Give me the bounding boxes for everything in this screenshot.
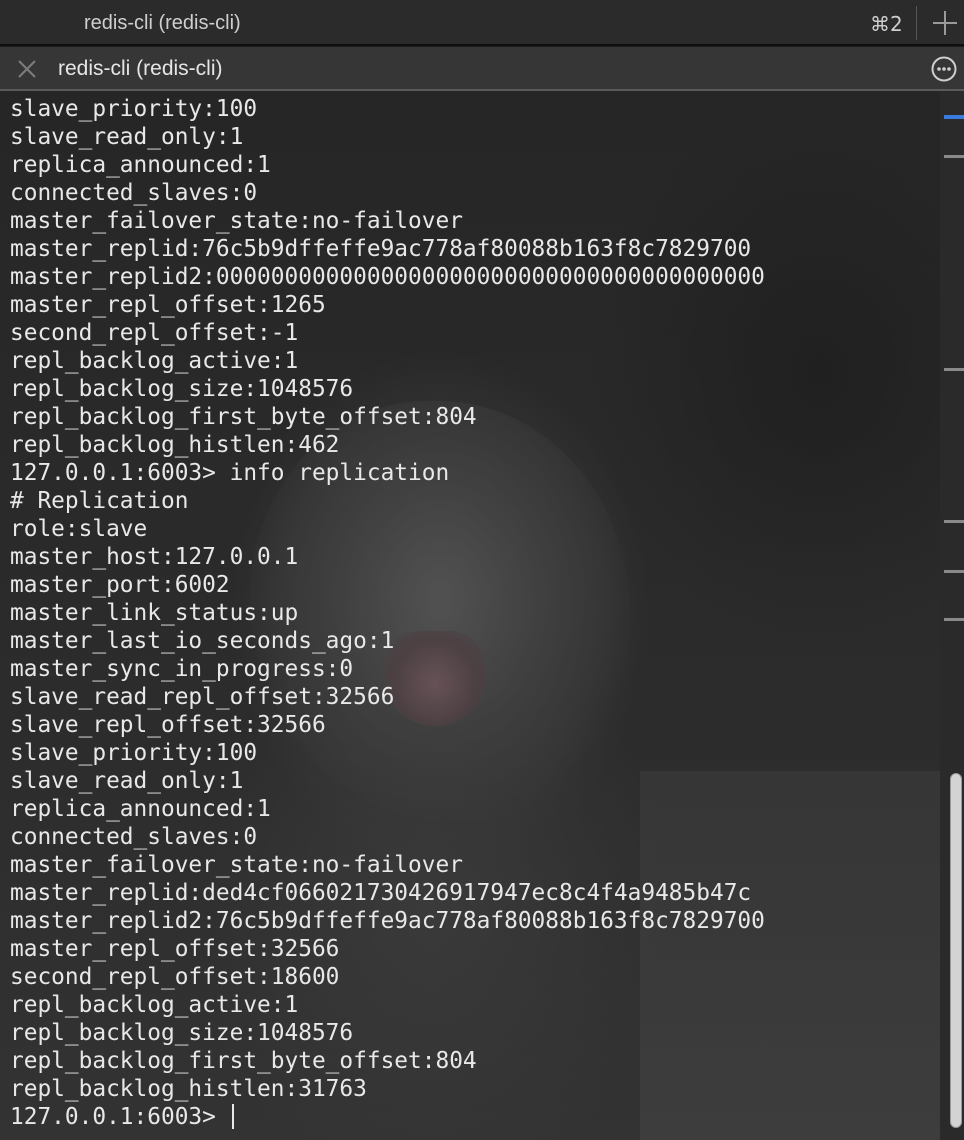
terminal-line: master_last_io_seconds_ago:1 <box>10 628 395 654</box>
terminal-prompt-line[interactable]: 127.0.0.1:6003> <box>10 1103 940 1131</box>
terminal-line: repl_backlog_histlen:462 <box>10 432 340 458</box>
terminal-line: master_replid:ded4cf066021730426917947ec… <box>10 880 752 906</box>
terminal-line: master_sync_in_progress:0 <box>10 656 354 682</box>
terminal-lines: slave_priority:100 slave_read_only:1 repli… <box>10 95 940 1131</box>
terminal-line: role:slave <box>10 516 148 542</box>
terminal-line: repl_backlog_first_byte_offset:804 <box>10 1048 477 1074</box>
terminal-line: master_host:127.0.0.1 <box>10 544 299 570</box>
close-icon <box>18 60 36 78</box>
scroll-marker <box>944 368 964 371</box>
terminal-line: master_failover_state:no-failover <box>10 852 463 878</box>
terminal-line: master_repl_offset:1265 <box>10 292 326 318</box>
terminal-line: repl_backlog_histlen:31763 <box>10 1076 367 1102</box>
terminal-line: repl_backlog_size:1048576 <box>10 1020 354 1046</box>
terminal-line: connected_slaves:0 <box>10 824 258 850</box>
scroll-marker-active <box>944 115 964 119</box>
scroll-marker <box>944 570 964 573</box>
window-titlebar: redis-cli (redis-cli) ⌘2 <box>0 0 964 46</box>
terminal-line: master_repl_offset:32566 <box>10 936 340 962</box>
terminal-line: slave_read_repl_offset:32566 <box>10 684 395 710</box>
window-title: redis-cli (redis-cli) <box>84 12 241 34</box>
terminal-line: replica_announced:1 <box>10 152 271 178</box>
scroll-marker <box>944 520 964 523</box>
tab-more-button[interactable] <box>931 56 957 82</box>
terminal-line: second_repl_offset:-1 <box>10 320 299 346</box>
scroll-marker <box>944 155 964 158</box>
terminal-prompt: 127.0.0.1:6003> <box>10 1104 230 1130</box>
text-cursor <box>231 1104 234 1129</box>
terminal-line: slave_repl_offset:32566 <box>10 712 326 738</box>
terminal-line: # Replication <box>10 488 189 514</box>
terminal-line: master_replid2:0000000000000000000000000… <box>10 264 765 290</box>
terminal-line: slave_read_only:1 <box>10 124 244 150</box>
scroll-marker <box>944 618 964 621</box>
terminal-line: master_port:6002 <box>10 572 230 598</box>
terminal-line: slave_priority:100 <box>10 740 258 766</box>
terminal-output[interactable]: slave_priority:100 slave_read_only:1 repli… <box>0 91 940 1140</box>
new-tab-button[interactable] <box>930 8 960 38</box>
terminal-line: master_failover_state:no-failover <box>10 208 463 234</box>
terminal-line: 127.0.0.1:6003> info replication <box>10 460 450 486</box>
tab-close-button[interactable] <box>16 58 38 80</box>
titlebar-divider <box>916 6 917 40</box>
ellipsis-circle-icon <box>931 56 957 82</box>
window-shortcut: ⌘2 <box>870 12 903 36</box>
terminal-line: slave_read_only:1 <box>10 768 244 794</box>
terminal-line: second_repl_offset:18600 <box>10 964 340 990</box>
terminal-line: slave_priority:100 <box>10 96 258 122</box>
terminal-line: replica_announced:1 <box>10 796 271 822</box>
tab-bar: redis-cli (redis-cli) <box>0 47 964 91</box>
terminal-line: master_link_status:up <box>10 600 299 626</box>
terminal-line: connected_slaves:0 <box>10 180 258 206</box>
scrollbar-thumb[interactable] <box>950 773 962 1128</box>
terminal-line: repl_backlog_size:1048576 <box>10 376 354 402</box>
terminal-line: repl_backlog_active:1 <box>10 348 299 374</box>
terminal-line: repl_backlog_first_byte_offset:804 <box>10 404 477 430</box>
terminal-line: repl_backlog_active:1 <box>10 992 299 1018</box>
plus-icon <box>933 11 957 35</box>
terminal-line: master_replid2:76c5b9dffeffe9ac778af8008… <box>10 908 765 934</box>
terminal-line: master_replid:76c5b9dffeffe9ac778af80088… <box>10 236 752 262</box>
tab-title[interactable]: redis-cli (redis-cli) <box>58 57 223 81</box>
